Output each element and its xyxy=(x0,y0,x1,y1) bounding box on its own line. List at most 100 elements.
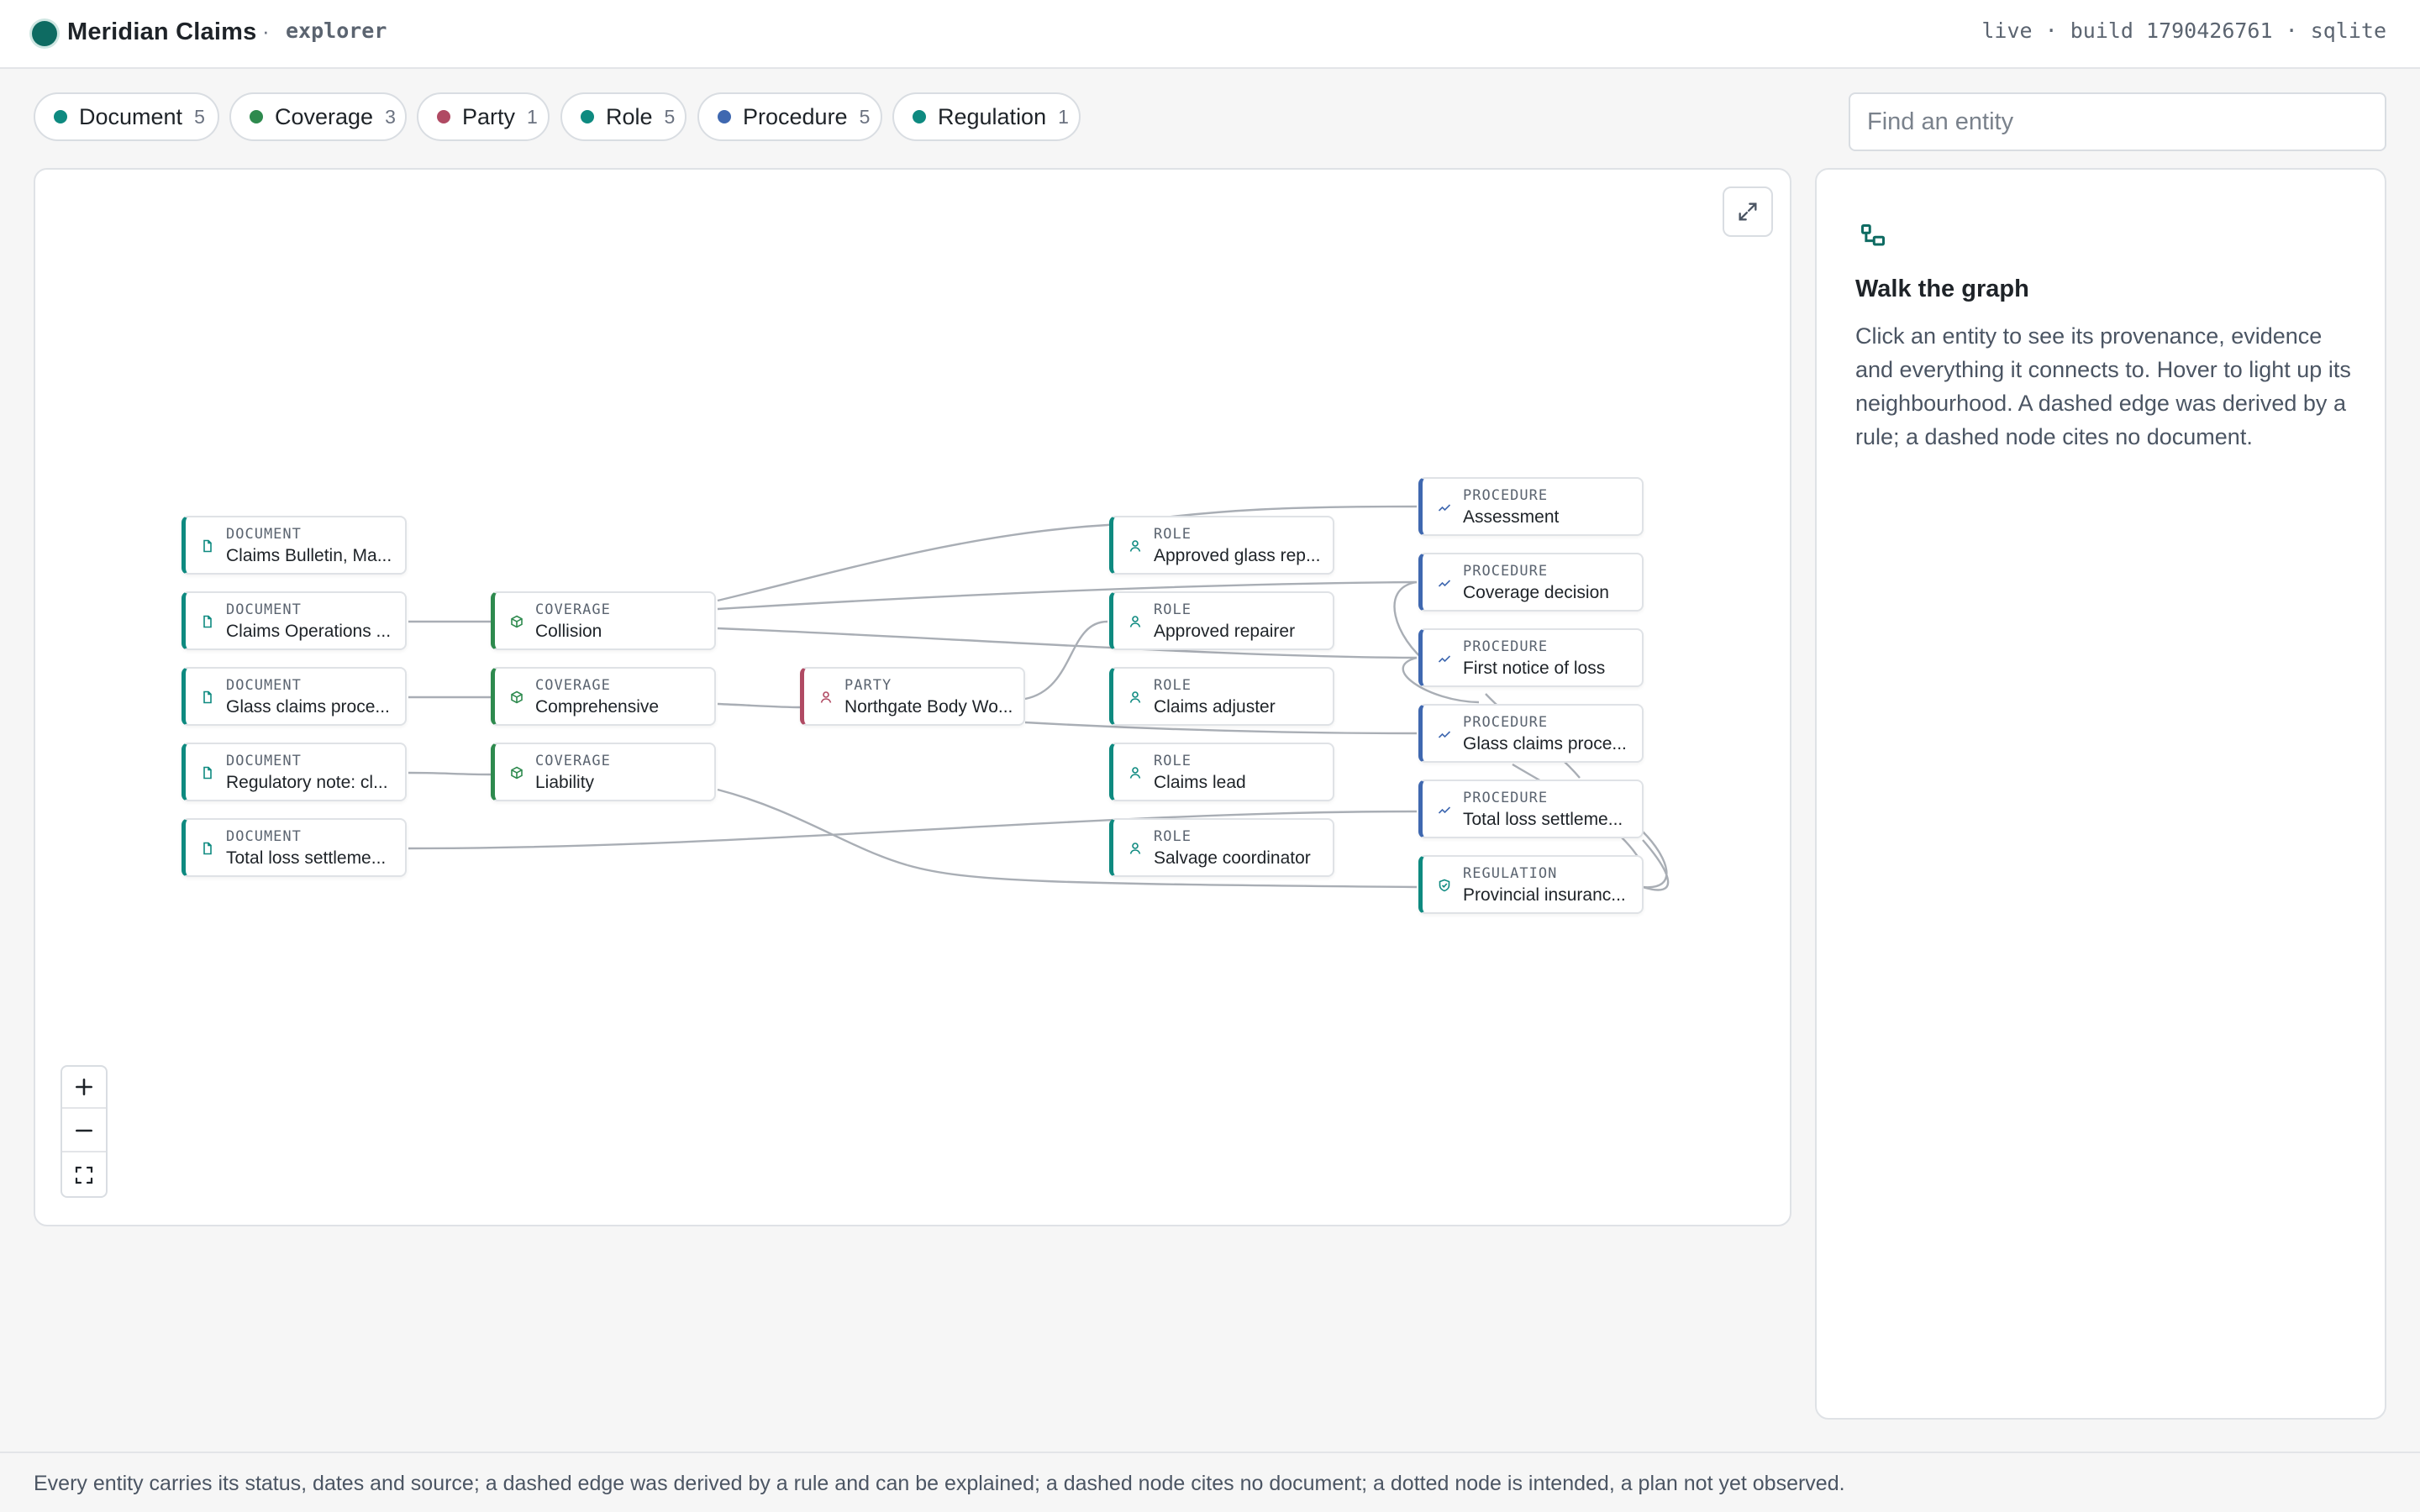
footer: Every entity carries its status, dates a… xyxy=(0,1452,2420,1512)
filter-count: 1 xyxy=(527,105,538,128)
document-icon xyxy=(203,766,212,780)
node-name: Northgate Body Wo... xyxy=(844,697,1013,717)
node-name: Glass claims proce... xyxy=(226,697,390,717)
graph-node-document[interactable]: DOCUMENT Glass claims proce... xyxy=(182,667,407,726)
graph-node-party[interactable]: PARTY Northgate Body Wo... xyxy=(800,667,1025,726)
plus-icon xyxy=(76,1079,92,1095)
title-separator: · xyxy=(262,18,270,44)
filter-label: Document xyxy=(79,103,183,129)
node-type: COVERAGE xyxy=(535,753,611,769)
node-name: Claims lead xyxy=(1154,773,1246,792)
app-name: Meridian Claims xyxy=(67,18,257,45)
node-name: First notice of loss xyxy=(1463,659,1606,678)
document-icon xyxy=(203,615,212,628)
graph-node-procedure[interactable]: PROCEDURE First notice of loss xyxy=(1418,628,1644,687)
filter-chip-document[interactable]: Document 5 xyxy=(34,92,219,141)
node-type: PROCEDURE xyxy=(1463,638,1549,655)
filter-color-dot xyxy=(437,110,450,123)
filter-chip-coverage[interactable]: Coverage 3 xyxy=(229,92,407,141)
node-type: COVERAGE xyxy=(535,677,611,694)
build-info: live · build 1790426761 · sqlite xyxy=(1981,18,2386,43)
trend-icon xyxy=(1438,504,1451,512)
fit-view-icon xyxy=(75,1166,93,1184)
node-name: Approved glass rep... xyxy=(1154,546,1321,565)
person-icon xyxy=(1129,691,1141,703)
document-icon xyxy=(203,539,212,553)
zoom-out-button[interactable] xyxy=(62,1110,106,1152)
zoom-in-button[interactable] xyxy=(62,1067,106,1109)
node-name: Regulatory note: cl... xyxy=(226,773,388,792)
node-type: ROLE xyxy=(1154,601,1192,618)
node-type: DOCUMENT xyxy=(226,601,302,618)
graph-icon xyxy=(1861,224,1885,246)
graph-node-role[interactable]: ROLE Claims adjuster xyxy=(1109,667,1334,726)
entity-search-input[interactable] xyxy=(1849,92,2386,151)
panel-title: Walk the graph xyxy=(1855,276,2029,302)
minus-icon xyxy=(76,1129,92,1132)
node-name: Claims Operations ... xyxy=(226,622,392,641)
filter-chip-role[interactable]: Role 5 xyxy=(560,92,687,141)
node-type: ROLE xyxy=(1154,828,1192,845)
node-type: ROLE xyxy=(1154,526,1192,543)
filter-label: Regulation xyxy=(938,103,1047,129)
graph-node-coverage[interactable]: COVERAGE Comprehensive xyxy=(491,667,716,726)
trend-icon xyxy=(1438,731,1451,738)
graph-node-document[interactable]: DOCUMENT Regulatory note: cl... xyxy=(182,743,407,801)
document-icon xyxy=(203,842,212,855)
trend-icon xyxy=(1438,580,1451,587)
filter-chip-regulation[interactable]: Regulation 1 xyxy=(892,92,1081,141)
filter-label: Procedure xyxy=(743,103,848,129)
node-type: PARTY xyxy=(844,677,892,694)
filter-color-dot xyxy=(54,110,67,123)
graph-node-procedure[interactable]: PROCEDURE Total loss settleme... xyxy=(1418,780,1644,838)
node-name: Salvage coordinator xyxy=(1154,848,1311,868)
section-name: explorer xyxy=(286,18,387,43)
expand-icon xyxy=(1739,202,1757,221)
filter-chip-party[interactable]: Party 1 xyxy=(417,92,550,141)
graph-node-procedure[interactable]: PROCEDURE Glass claims proce... xyxy=(1418,704,1644,763)
node-name: Approved repairer xyxy=(1154,622,1296,641)
filter-color-dot xyxy=(250,110,263,123)
graph-node-role[interactable]: ROLE Approved glass rep... xyxy=(1109,516,1334,575)
zoom-controls xyxy=(60,1065,108,1198)
node-type: DOCUMENT xyxy=(226,828,302,845)
graph-node-procedure[interactable]: PROCEDURE Coverage decision xyxy=(1418,553,1644,612)
filter-color-dot xyxy=(581,110,594,123)
node-name: Total loss settleme... xyxy=(1463,810,1623,829)
node-name: Collision xyxy=(535,622,602,641)
filter-count: 5 xyxy=(664,105,676,128)
node-name: Claims adjuster xyxy=(1154,697,1276,717)
node-name: Provincial insuranc... xyxy=(1463,885,1626,905)
graph-node-document[interactable]: DOCUMENT Claims Operations ... xyxy=(182,591,407,650)
trend-icon xyxy=(1438,806,1451,814)
filter-chip-procedure[interactable]: Procedure 5 xyxy=(697,92,882,141)
graph-node-coverage[interactable]: COVERAGE Collision xyxy=(491,591,716,650)
filter-label: Coverage xyxy=(275,103,374,129)
node-name: Glass claims proce... xyxy=(1463,734,1627,753)
document-icon xyxy=(203,690,212,704)
fit-view-button[interactable] xyxy=(62,1154,106,1196)
graph-node-document[interactable]: DOCUMENT Total loss settleme... xyxy=(182,818,407,877)
expand-canvas-button[interactable] xyxy=(1723,186,1773,237)
filter-label: Party xyxy=(462,103,516,129)
node-name: Comprehensive xyxy=(535,697,660,717)
graph-node-coverage[interactable]: COVERAGE Liability xyxy=(491,743,716,801)
node-type: DOCUMENT xyxy=(226,753,302,769)
graph-node-procedure[interactable]: PROCEDURE Assessment xyxy=(1418,477,1644,536)
graph-node-role[interactable]: ROLE Approved repairer xyxy=(1109,591,1334,650)
graph-node-document[interactable]: DOCUMENT Claims Bulletin, Ma... xyxy=(182,516,407,575)
legend-text: Every entity carries its status, dates a… xyxy=(34,1472,1845,1495)
person-icon xyxy=(820,691,832,703)
graph-node-role[interactable]: ROLE Claims lead xyxy=(1109,743,1334,801)
filter-count: 3 xyxy=(385,105,396,128)
filter-color-dot xyxy=(718,110,731,123)
graph-node-role[interactable]: ROLE Salvage coordinator xyxy=(1109,818,1334,877)
node-name: Assessment xyxy=(1463,507,1560,527)
graph-node-regulation[interactable]: REGULATION Provincial insuranc... xyxy=(1418,855,1644,914)
node-type: PROCEDURE xyxy=(1463,487,1549,504)
filter-count: 5 xyxy=(859,105,871,128)
node-type: REGULATION xyxy=(1463,865,1558,882)
person-icon xyxy=(1129,843,1141,854)
node-type: PROCEDURE xyxy=(1463,714,1549,731)
filter-color-dot xyxy=(913,110,926,123)
